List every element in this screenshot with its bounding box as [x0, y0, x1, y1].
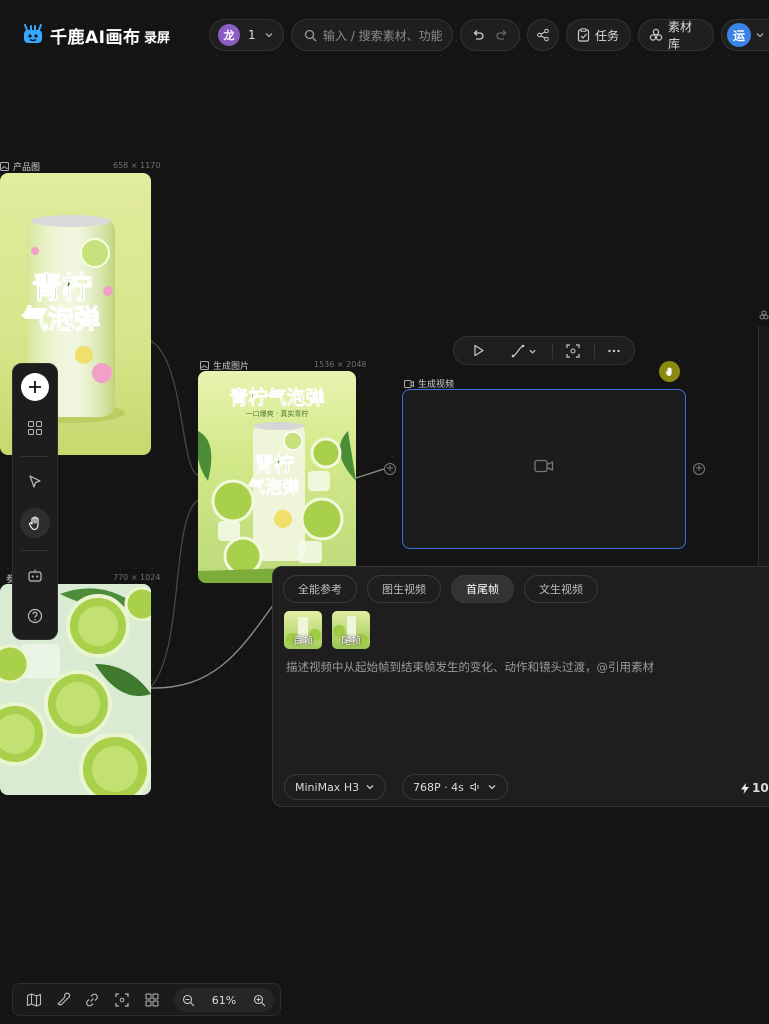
ai-assistant-button[interactable] [20, 561, 50, 591]
zoom-out-icon[interactable] [182, 994, 195, 1007]
image-icon [200, 361, 209, 370]
bottom-toolbar: 61% [12, 983, 281, 1016]
add-input-port[interactable]: + [384, 463, 396, 475]
add-node-button[interactable] [20, 372, 50, 402]
resolution-duration-select[interactable]: 768P · 4s [402, 774, 508, 800]
snap-icon[interactable] [55, 992, 71, 1008]
zoom-level[interactable]: 61% [212, 994, 236, 1007]
robot-icon [28, 569, 42, 582]
toolbar-divider [21, 550, 49, 551]
link-icon[interactable] [84, 992, 100, 1008]
layout-grid-icon[interactable] [144, 992, 160, 1008]
tab-omni-reference[interactable]: 全能参考 [283, 575, 357, 603]
lightning-icon [741, 782, 749, 794]
toolbar-divider [21, 456, 49, 457]
image-icon [0, 162, 9, 171]
zoom-in-icon[interactable] [253, 994, 266, 1007]
poster-title: 青柠气泡弹 [229, 387, 325, 410]
left-toolbar [12, 363, 58, 640]
poster-can-line1: 青柠 [254, 452, 295, 476]
tab-first-last-frame[interactable]: 首尾帧 [451, 575, 514, 603]
first-frame-label: 首帧 [293, 636, 313, 647]
model-value: MiniMax H3 [295, 780, 360, 794]
video-generation-panel: 全能参考 图生视频 首尾帧 文生视频 首帧 尾帧 描述视频中从起始帧到结束帧发生… [272, 566, 769, 807]
chevron-down-icon [487, 782, 497, 792]
toolbar-divider [594, 344, 595, 359]
zoom-control: 61% [174, 988, 274, 1012]
resolution-value: 768P · 4s [413, 780, 464, 794]
last-frame-label: 尾帧 [341, 636, 361, 647]
curve-tool-button[interactable] [511, 344, 537, 358]
add-output-port[interactable]: + [693, 463, 705, 475]
hand-tool-button[interactable] [20, 508, 50, 538]
more-options-icon[interactable] [607, 344, 621, 358]
chevron-down-icon [365, 782, 375, 792]
select-tool-button[interactable] [20, 467, 50, 497]
tab-image-to-video[interactable]: 图生视频 [367, 575, 441, 603]
help-button[interactable] [20, 601, 50, 631]
tab-text-to-video[interactable]: 文生视频 [524, 575, 598, 603]
fit-screen-icon[interactable] [114, 992, 130, 1008]
node-floating-toolbar [453, 336, 635, 365]
video-icon [404, 379, 414, 388]
play-icon[interactable] [472, 344, 485, 357]
product-node-label: 产品图 [0, 160, 40, 173]
prompt-textarea[interactable]: 描述视频中从起始帧到结束帧发生的变化、动作和镜头过渡，@引用素材 [286, 659, 654, 675]
product-node-title: 产品图 [13, 163, 41, 173]
grid-view-button[interactable] [20, 413, 50, 443]
generated-image-size: 1536 × 2048 [314, 360, 367, 369]
can-title-line1: 青柠 [32, 271, 93, 306]
hand-icon [28, 516, 39, 531]
sound-icon [470, 782, 481, 792]
grid-icon [28, 421, 42, 435]
product-node-size: 658 × 1170 [113, 161, 161, 170]
can-title-line2: 气泡弹 [21, 305, 101, 336]
credits-value: 10 [752, 781, 769, 795]
generated-video-node[interactable] [402, 389, 686, 549]
model-select[interactable]: MiniMax H3 [284, 774, 387, 800]
cursor-indicator [659, 361, 680, 382]
toolbar-divider [552, 344, 553, 359]
poster-subtitle: 一口爆爽 · 真实青柠 [245, 410, 309, 418]
focus-frame-icon[interactable] [566, 344, 580, 358]
last-frame-thumbnail[interactable]: 尾帧 [332, 611, 370, 649]
cursor-arrow-icon [29, 475, 41, 488]
plus-icon: + [693, 463, 705, 475]
video-camera-icon [534, 459, 554, 473]
bezier-curve-icon [511, 344, 525, 358]
reference-node-size: 770 × 1024 [113, 573, 161, 582]
credits-cost: 10 [741, 781, 769, 795]
hand-cursor-icon [665, 367, 672, 376]
plus-icon [21, 373, 49, 401]
poster-can-line2: 气泡弹 [248, 478, 300, 499]
chevron-down-icon [529, 349, 536, 354]
generated-image-card[interactable]: 青柠气泡弹 一口爆爽 · 真实青柠 青柠 气泡弹 [198, 371, 356, 583]
help-icon [27, 608, 43, 624]
first-frame-thumbnail[interactable]: 首帧 [284, 611, 322, 649]
plus-icon: + [384, 463, 396, 475]
map-icon[interactable] [26, 992, 42, 1008]
